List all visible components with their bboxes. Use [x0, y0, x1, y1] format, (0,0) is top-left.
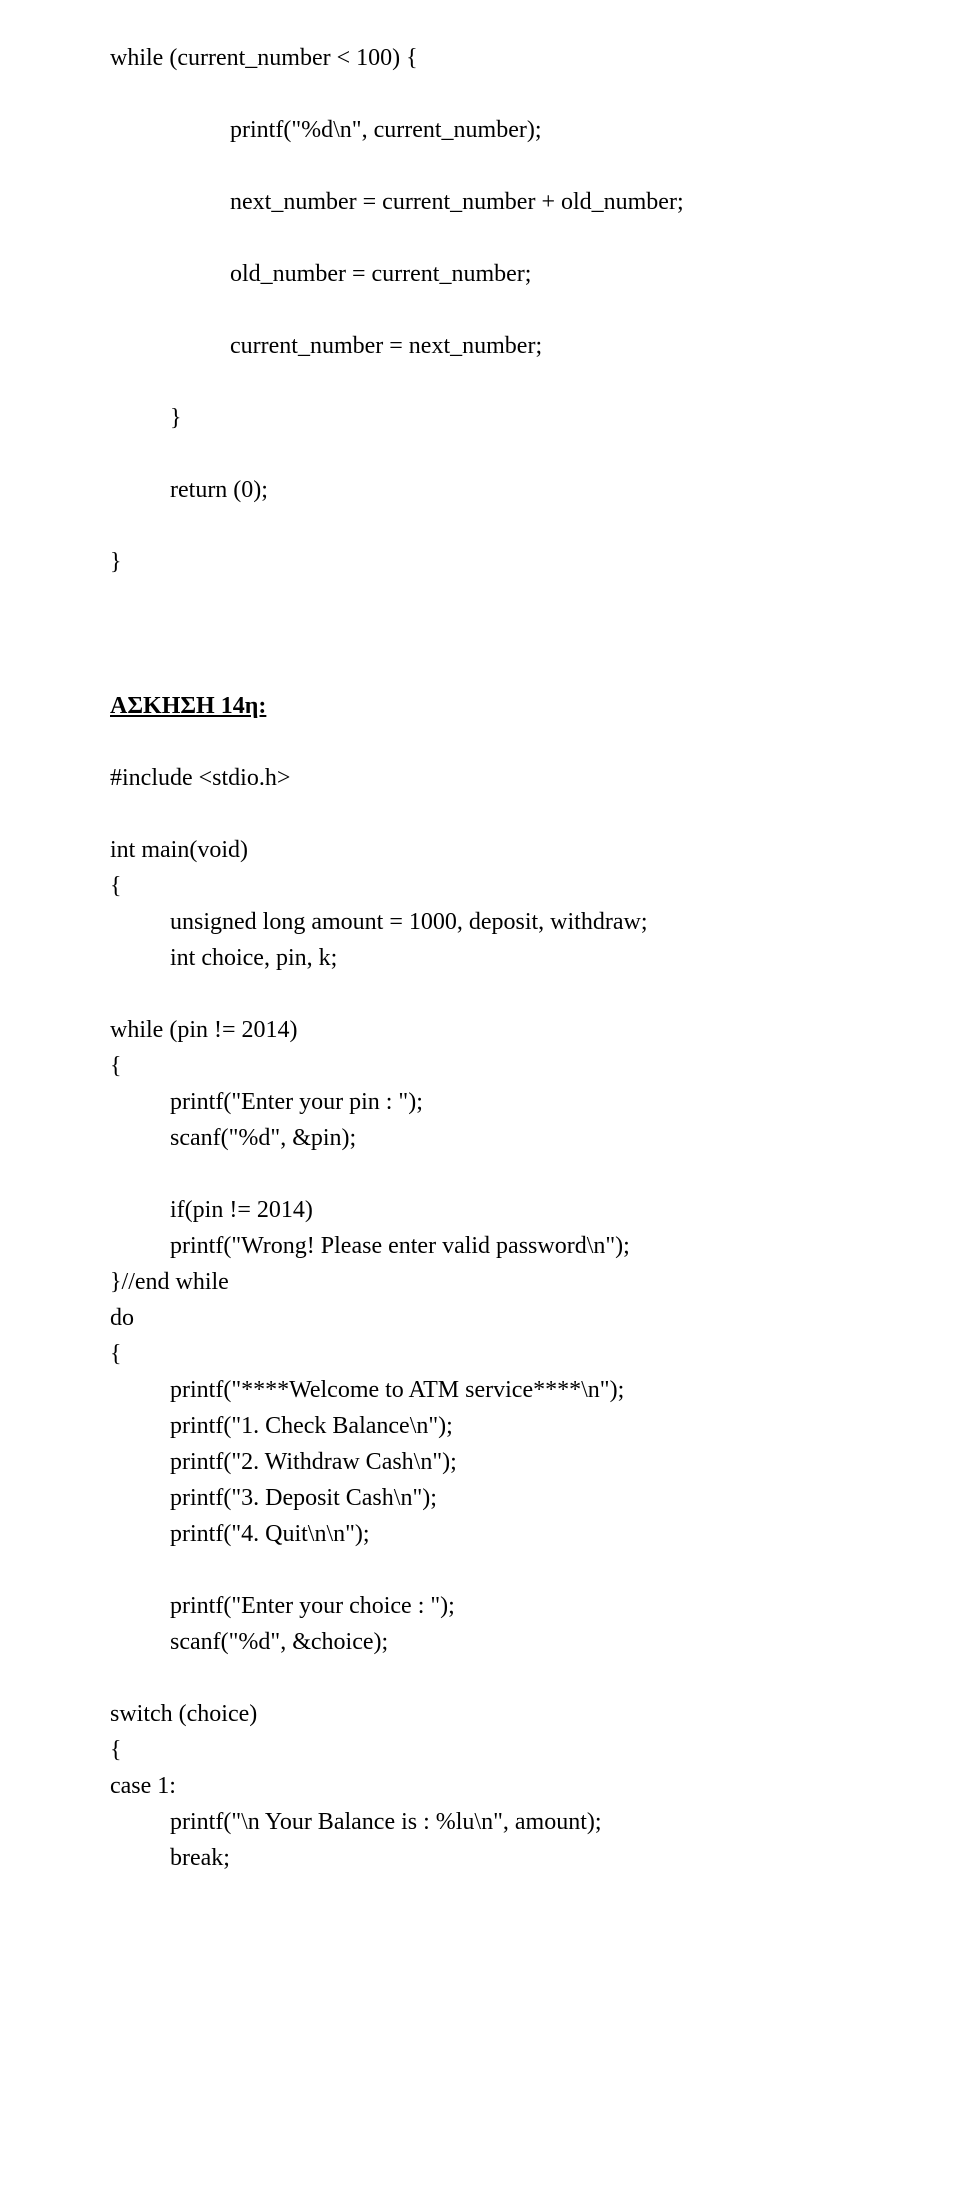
code-line: } — [110, 544, 850, 580]
code-line: { — [110, 1048, 850, 1084]
code-line: do — [110, 1300, 850, 1336]
code-line: printf("Enter your pin : "); — [110, 1084, 850, 1120]
code-line: current_number = next_number; — [110, 328, 850, 364]
code-line: scanf("%d", &choice); — [110, 1624, 850, 1660]
code-line: printf("****Welcome to ATM service****\n… — [110, 1372, 850, 1408]
code-line: { — [110, 1732, 850, 1768]
code-line: }//end while — [110, 1264, 850, 1300]
code-line: while (pin != 2014) — [110, 1012, 850, 1048]
code-line: old_number = current_number; — [110, 256, 850, 292]
code-line: scanf("%d", &pin); — [110, 1120, 850, 1156]
code-line: printf("2. Withdraw Cash\n"); — [110, 1444, 850, 1480]
code-line: #include <stdio.h> — [110, 760, 850, 796]
code-line: } — [110, 400, 850, 436]
code-line: break; — [110, 1840, 850, 1876]
code-line: if(pin != 2014) — [110, 1192, 850, 1228]
code-line: printf("\n Your Balance is : %lu\n", amo… — [110, 1804, 850, 1840]
code-line: printf("1. Check Balance\n"); — [110, 1408, 850, 1444]
exercise-heading: ΑΣΚΗΣΗ 14η: — [110, 688, 850, 724]
code-line: return (0); — [110, 472, 850, 508]
document-page: while (current_number < 100) { printf("%… — [0, 0, 960, 2191]
code-line: while (current_number < 100) { — [110, 40, 850, 76]
code-line: next_number = current_number + old_numbe… — [110, 184, 850, 220]
code-line: printf("%d\n", current_number); — [110, 112, 850, 148]
code-line: int main(void) — [110, 832, 850, 868]
code-line: int choice, pin, k; — [110, 940, 850, 976]
code-line: printf("3. Deposit Cash\n"); — [110, 1480, 850, 1516]
code-line: printf("Enter your choice : "); — [110, 1588, 850, 1624]
code-line: printf("4. Quit\n\n"); — [110, 1516, 850, 1552]
code-line: unsigned long amount = 1000, deposit, wi… — [110, 904, 850, 940]
code-line: switch (choice) — [110, 1696, 850, 1732]
code-line: { — [110, 868, 850, 904]
code-line: { — [110, 1336, 850, 1372]
code-line: printf("Wrong! Please enter valid passwo… — [110, 1228, 850, 1264]
code-line: case 1: — [110, 1768, 850, 1804]
